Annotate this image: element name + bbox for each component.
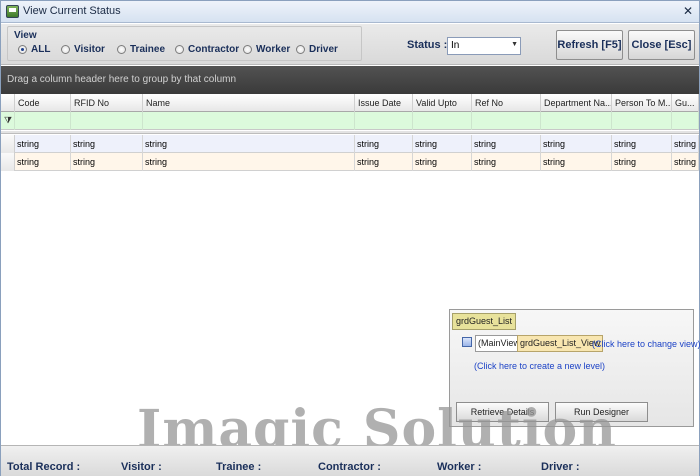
filter-cell-guest[interactable]	[672, 112, 699, 130]
cell-ref-no[interactable]: string	[472, 153, 541, 171]
window-close-icon[interactable]: ✕	[677, 1, 699, 21]
radio-driver[interactable]: Driver	[296, 44, 338, 55]
cell-person-to-meet[interactable]: string	[612, 153, 672, 171]
cell-code[interactable]: string	[15, 135, 71, 153]
filter-cell-person-to-meet[interactable]	[612, 112, 672, 130]
toolbar: View ALL Visitor Trainee Contractor Work…	[1, 24, 699, 65]
summary-footer: Total Record : Visitor : Trainee : Contr…	[1, 445, 699, 476]
change-view-link[interactable]: (Click here to change view)	[592, 339, 700, 349]
cell-issue-date[interactable]: string	[355, 153, 413, 171]
cell-ref-no[interactable]: string	[472, 135, 541, 153]
status-value: In	[451, 40, 460, 51]
row-indicator	[1, 135, 15, 153]
filter-cell-valid-upto[interactable]	[413, 112, 472, 130]
grid-header: Code RFID No Name Issue Date Valid Upto …	[1, 94, 699, 112]
cell-code[interactable]: string	[15, 153, 71, 171]
radio-unchecked-icon	[61, 45, 70, 54]
radio-worker[interactable]: Worker	[243, 44, 290, 55]
radio-label: Contractor	[188, 44, 240, 55]
filter-indicator: ⧩	[1, 112, 15, 130]
cell-valid-upto[interactable]: string	[413, 135, 472, 153]
column-header-department[interactable]: Department Na...	[541, 94, 612, 112]
radio-trainee[interactable]: Trainee	[117, 44, 165, 55]
radio-contractor[interactable]: Contractor	[175, 44, 239, 55]
filter-cell-rfid[interactable]	[71, 112, 143, 130]
cell-department[interactable]: string	[541, 153, 612, 171]
contractor-count-label: Contractor :	[318, 461, 381, 473]
filter-cell-issue-date[interactable]	[355, 112, 413, 130]
create-level-link[interactable]: (Click here to create a new level)	[474, 361, 605, 371]
driver-count-label: Driver :	[541, 461, 580, 473]
radio-unchecked-icon	[117, 45, 126, 54]
radio-unchecked-icon	[243, 45, 252, 54]
view-current-status-window: View Current Status ✕ View ALL Visitor T…	[0, 0, 700, 476]
column-header-code[interactable]: Code	[15, 94, 71, 112]
column-header-name[interactable]: Name	[143, 94, 355, 112]
radio-label: ALL	[31, 44, 51, 55]
radio-all[interactable]: ALL	[18, 44, 50, 55]
row-indicator	[1, 153, 15, 171]
title-bar: View Current Status ✕	[1, 1, 699, 23]
cell-valid-upto[interactable]: string	[413, 153, 472, 171]
column-header-ref-no[interactable]: Ref No	[472, 94, 541, 112]
row-indicator-header	[1, 94, 15, 112]
view-grid-icon	[462, 337, 472, 347]
cell-rfid[interactable]: string	[71, 135, 143, 153]
refresh-button[interactable]: Refresh [F5]	[556, 30, 623, 60]
filter-icon: ⧩	[4, 115, 13, 125]
table-row[interactable]: string string string string string strin…	[1, 135, 699, 153]
column-header-guest[interactable]: Gu...	[672, 94, 699, 112]
view-name-tag[interactable]: grdGuest_List_View	[517, 335, 604, 352]
radio-label: Visitor	[74, 44, 105, 55]
filter-cell-ref-no[interactable]	[472, 112, 541, 130]
group-by-panel[interactable]: Drag a column header here to group by th…	[1, 66, 699, 94]
column-header-person-to-meet[interactable]: Person To M...	[612, 94, 672, 112]
radio-label: Worker	[256, 44, 291, 55]
status-label: Status :	[407, 39, 448, 51]
cell-rfid[interactable]: string	[71, 153, 143, 171]
radio-visitor[interactable]: Visitor	[61, 44, 105, 55]
view-filter-group: View ALL Visitor Trainee Contractor Work…	[7, 26, 362, 61]
filter-cell-code[interactable]	[15, 112, 71, 130]
radio-unchecked-icon	[175, 45, 184, 54]
radio-checked-icon	[18, 45, 27, 54]
filter-cell-name[interactable]	[143, 112, 355, 130]
chevron-down-icon: ▼	[511, 41, 518, 48]
auto-filter-row: ⧩	[1, 112, 699, 130]
cell-department[interactable]: string	[541, 135, 612, 153]
radio-label: Driver	[309, 44, 338, 55]
radio-label: Trainee	[130, 44, 166, 55]
grid-name-tag[interactable]: grdGuest_List	[452, 313, 517, 330]
visitor-count-label: Visitor :	[121, 461, 162, 473]
group-by-hint: Drag a column header here to group by th…	[7, 74, 237, 85]
filter-cell-department[interactable]	[541, 112, 612, 130]
grid-separator	[1, 131, 699, 134]
column-header-valid-upto[interactable]: Valid Upto	[413, 94, 472, 112]
cell-guest[interactable]: string	[672, 153, 699, 171]
cell-name[interactable]: string	[143, 135, 355, 153]
column-header-rfid[interactable]: RFID No	[71, 94, 143, 112]
table-row[interactable]: string string string string string strin…	[1, 153, 699, 171]
view-legend: View	[14, 30, 37, 41]
column-header-issue-date[interactable]: Issue Date	[355, 94, 413, 112]
close-button[interactable]: Close [Esc]	[628, 30, 695, 60]
radio-unchecked-icon	[296, 45, 305, 54]
worker-count-label: Worker :	[437, 461, 482, 473]
app-icon	[6, 5, 19, 18]
total-record-label: Total Record :	[7, 461, 81, 473]
cell-name[interactable]: string	[143, 153, 355, 171]
cell-issue-date[interactable]: string	[355, 135, 413, 153]
status-dropdown[interactable]: In ▼	[447, 37, 521, 55]
cell-person-to-meet[interactable]: string	[612, 135, 672, 153]
trainee-count-label: Trainee :	[216, 461, 262, 473]
window-title: View Current Status	[23, 5, 121, 17]
cell-guest[interactable]: string	[672, 135, 699, 153]
